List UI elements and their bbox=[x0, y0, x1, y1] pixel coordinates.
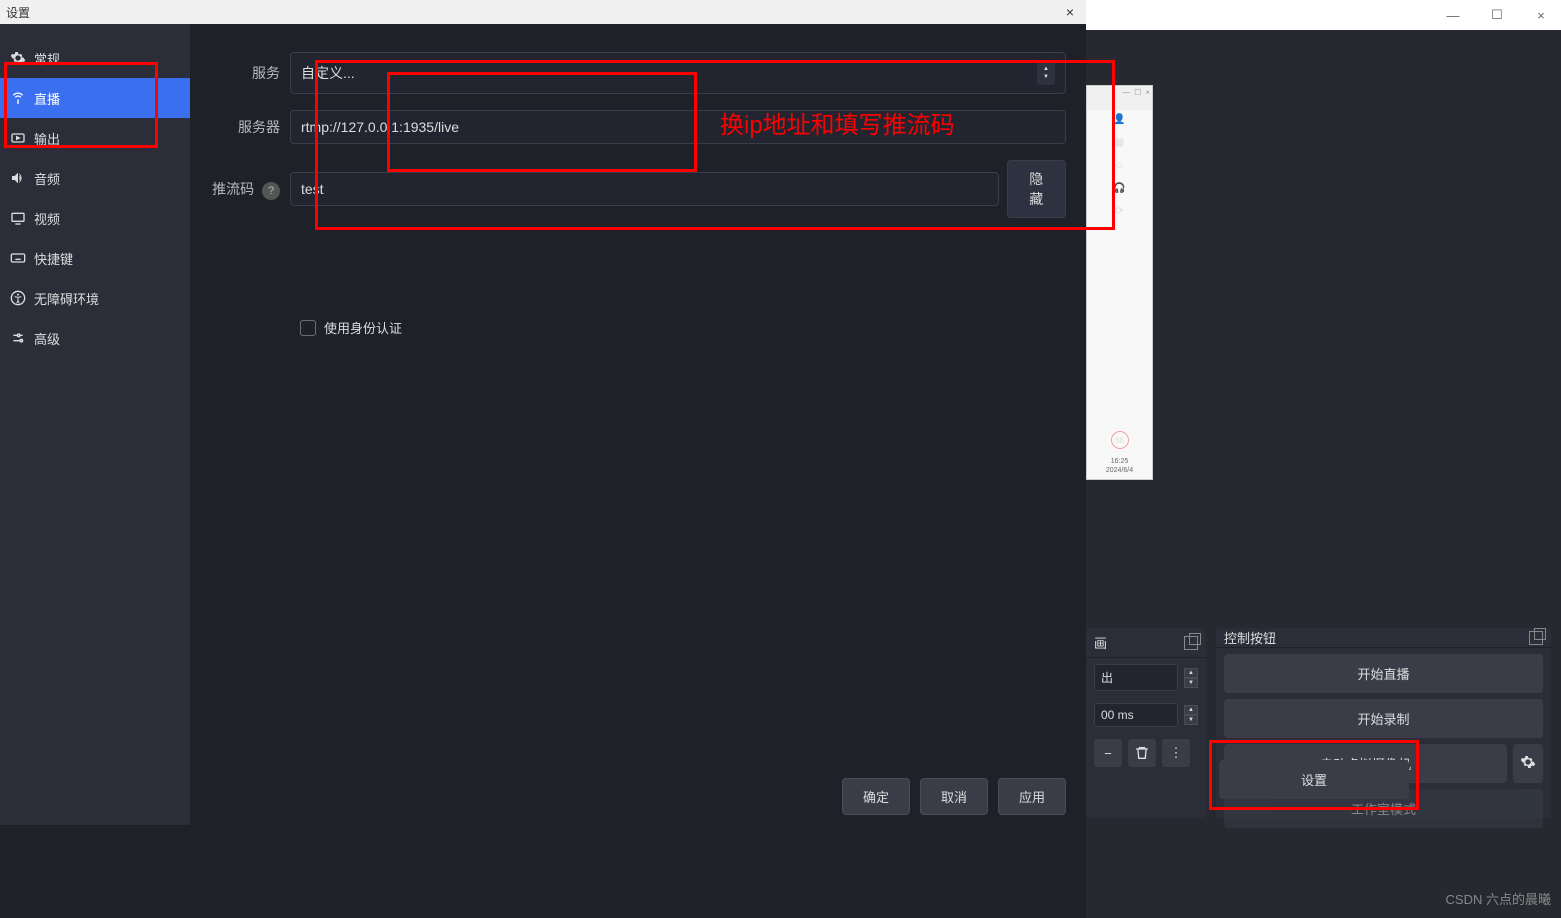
help-icon[interactable]: ? bbox=[262, 182, 280, 200]
popout-icon[interactable] bbox=[1529, 631, 1543, 645]
sidebar-item-label: 直播 bbox=[34, 89, 60, 108]
sidebar-item-label: 音频 bbox=[34, 169, 60, 188]
sidebar-item-audio[interactable]: 音频 bbox=[0, 158, 190, 198]
start-streaming-button[interactable]: 开始直播 bbox=[1224, 654, 1543, 693]
window-close-button[interactable]: × bbox=[1529, 3, 1553, 27]
more-button[interactable]: ⋮ bbox=[1162, 739, 1190, 767]
sidebar-item-label: 无障碍环境 bbox=[34, 289, 99, 308]
transition-stepper[interactable]: ▲▼ bbox=[1184, 668, 1198, 688]
service-select[interactable]: 自定义... ▲▼ bbox=[290, 52, 1066, 94]
streamkey-label: 推流码 bbox=[212, 181, 254, 197]
virtual-camera-settings-button[interactable] bbox=[1513, 744, 1543, 783]
speaker-icon bbox=[10, 170, 26, 186]
sidebar-item-label: 输出 bbox=[34, 129, 60, 148]
minimize-button[interactable]: — bbox=[1441, 3, 1465, 27]
avatar-icon: 👤 bbox=[1113, 114, 1125, 125]
minus-button[interactable]: − bbox=[1094, 739, 1122, 767]
sidebar-item-advanced[interactable]: 高级 bbox=[0, 318, 190, 358]
keyboard-icon bbox=[10, 250, 26, 266]
streamkey-input[interactable] bbox=[290, 172, 999, 206]
sidebar-item-hotkeys[interactable]: 快捷键 bbox=[0, 238, 190, 278]
settings-dialog: 设置 × 常规 直播 输出 音频 视频 bbox=[0, 0, 1086, 825]
maximize-button[interactable]: ☐ bbox=[1485, 3, 1509, 27]
duration-input[interactable]: 00 ms bbox=[1094, 703, 1178, 727]
preview-clock: 16:25 2024/6/4 bbox=[1087, 458, 1152, 475]
grid-icon: ▦ bbox=[1115, 137, 1124, 148]
settings-content: 服务 自定义... ▲▼ 服务器 推流码 ? bbox=[190, 24, 1086, 825]
gear-icon bbox=[10, 50, 26, 66]
panel-title: 画 bbox=[1094, 633, 1107, 652]
settings-sidebar: 常规 直播 输出 音频 视频 快捷键 bbox=[0, 24, 190, 825]
monitor-icon bbox=[10, 210, 26, 226]
watermark: CSDN 六点的晨曦 bbox=[1446, 889, 1551, 908]
sidebar-item-accessibility[interactable]: 无障碍环境 bbox=[0, 278, 190, 318]
sidebar-item-output[interactable]: 输出 bbox=[0, 118, 190, 158]
settings-button[interactable]: 设置 bbox=[1219, 760, 1409, 799]
emoji-icon: ☺ bbox=[1114, 160, 1124, 171]
sidebar-item-video[interactable]: 视频 bbox=[0, 198, 190, 238]
popout-icon[interactable] bbox=[1184, 636, 1198, 650]
cancel-button[interactable]: 取消 bbox=[920, 778, 988, 815]
headset-icon: 🎧 bbox=[1113, 183, 1125, 194]
sidebar-item-label: 常规 bbox=[34, 49, 60, 68]
transition-select[interactable]: 出 bbox=[1094, 664, 1178, 691]
sidebar-item-stream[interactable]: 直播 bbox=[0, 78, 190, 118]
apply-button[interactable]: 应用 bbox=[998, 778, 1066, 815]
dialog-footer: 确定 取消 应用 bbox=[822, 768, 1086, 825]
start-recording-button[interactable]: 开始录制 bbox=[1224, 699, 1543, 738]
sidebar-item-label: 视频 bbox=[34, 209, 60, 228]
panel-title: 控制按钮 bbox=[1224, 628, 1276, 647]
preview-badge: 66 bbox=[1111, 431, 1129, 449]
trash-button[interactable] bbox=[1128, 739, 1156, 767]
transitions-panel: 画 出 ▲▼ 00 ms ▲▼ − ⋮ bbox=[1086, 628, 1206, 818]
sidebar-item-label: 高级 bbox=[34, 329, 60, 348]
service-label: 服务 bbox=[210, 63, 290, 83]
use-auth-checkbox[interactable] bbox=[300, 320, 316, 336]
sidebar-item-label: 快捷键 bbox=[34, 249, 73, 268]
sidebar-item-general[interactable]: 常规 bbox=[0, 38, 190, 78]
sliders-icon bbox=[10, 330, 26, 346]
duration-stepper[interactable]: ▲▼ bbox=[1184, 705, 1198, 725]
preview-thumbnail: —☐× 👤 ▦ ☺ 🎧 ⟳ 66 16:25 2024/6/4 bbox=[1086, 85, 1153, 480]
window-titlebar: — ☐ × bbox=[1086, 0, 1561, 30]
cycle-icon: ⟳ bbox=[1115, 206, 1123, 217]
close-icon[interactable]: × bbox=[1060, 4, 1080, 20]
output-icon bbox=[10, 130, 26, 146]
ok-button[interactable]: 确定 bbox=[842, 778, 910, 815]
obs-main-window: — ☐ × —☐× 👤 ▦ ☺ 🎧 ⟳ 66 16:25 2024/6/4 画 … bbox=[1086, 0, 1561, 918]
dialog-title: 设置 bbox=[6, 4, 1060, 21]
select-arrows-icon: ▲▼ bbox=[1037, 61, 1055, 85]
use-auth-label: 使用身份认证 bbox=[324, 318, 402, 337]
annotation-text: 换ip地址和填写推流码 bbox=[720, 105, 955, 140]
hide-button[interactable]: 隐藏 bbox=[1007, 160, 1067, 218]
server-label: 服务器 bbox=[210, 117, 290, 137]
antenna-icon bbox=[10, 90, 26, 106]
accessibility-icon bbox=[10, 290, 26, 306]
dialog-titlebar: 设置 × bbox=[0, 0, 1086, 24]
